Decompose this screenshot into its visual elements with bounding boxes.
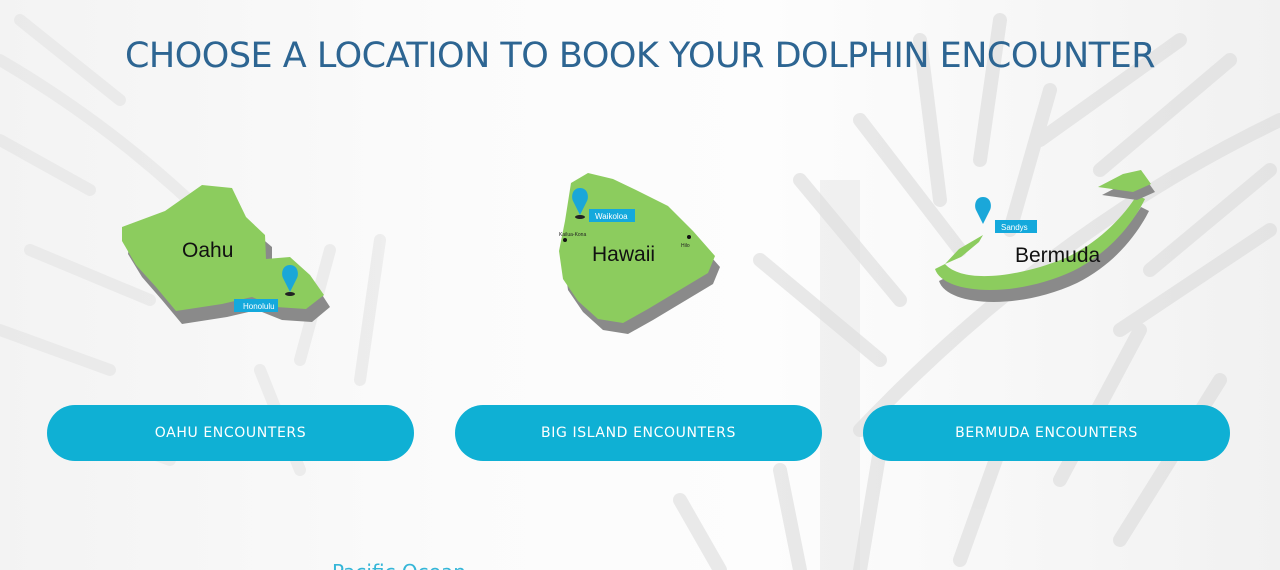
bermuda-map[interactable]: Sandys Bermuda <box>925 165 1170 310</box>
hilo-label: Hilo <box>681 243 690 249</box>
location-picker-page: CHOOSE A LOCATION TO BOOK YOUR DOLPHIN E… <box>0 0 1280 570</box>
bermuda-west-arm <box>945 235 983 264</box>
bermuda-encounters-button[interactable]: BERMUDA ENCOUNTERS <box>863 405 1230 461</box>
oahu-map[interactable]: Oahu Honolulu <box>110 175 340 335</box>
oahu-island-label: Oahu <box>182 239 233 262</box>
honolulu-pin-label: Honolulu <box>243 302 275 311</box>
page-title: CHOOSE A LOCATION TO BOOK YOUR DOLPHIN E… <box>124 36 1156 76</box>
hawaii-island-label: Hawaii <box>592 243 655 266</box>
town-dot-icon <box>687 235 691 239</box>
map-pin-icon <box>975 197 991 224</box>
waikoloa-pin-label: Waikoloa <box>595 212 628 221</box>
bermuda-island-label: Bermuda <box>1015 244 1101 267</box>
oahu-encounters-button[interactable]: OAHU ENCOUNTERS <box>47 405 414 461</box>
pacific-ocean-partial-text: Pacific Ocean <box>332 560 466 570</box>
kailua-kona-label: Kailua-Kona <box>559 232 586 238</box>
hawaii-map[interactable]: Waikoloa Kailua-Kona Hilo Hawaii <box>545 165 730 340</box>
sandys-pin-label: Sandys <box>1001 223 1028 232</box>
town-dot-icon <box>563 238 567 242</box>
big-island-encounters-button[interactable]: BIG ISLAND ENCOUNTERS <box>455 405 822 461</box>
